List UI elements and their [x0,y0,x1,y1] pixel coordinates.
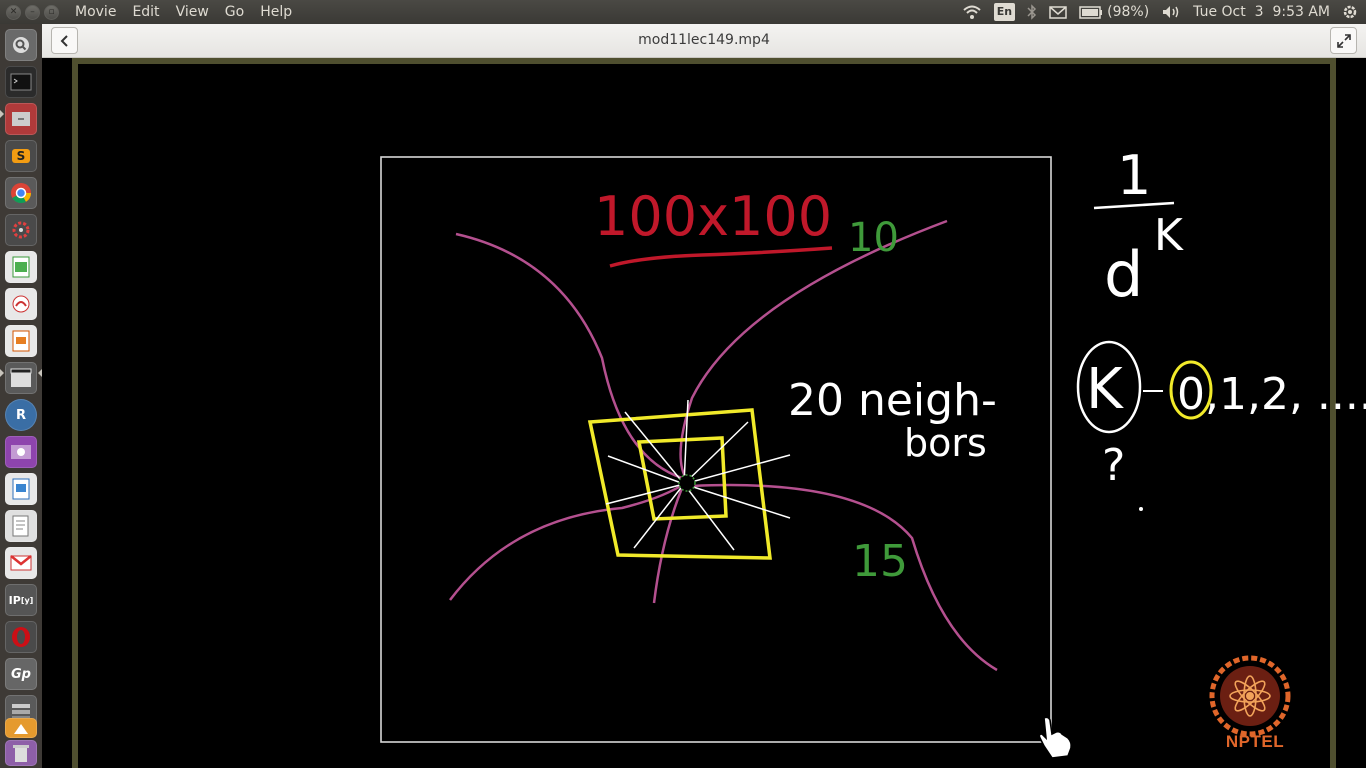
settings-gear-icon[interactable] [1342,4,1358,20]
lecture-whiteboard: 100x100 10 15 20 neigh- bors 1 d K K 0,1… [380,144,1366,759]
underline-stroke [609,246,833,268]
battery-icon[interactable] [1079,5,1103,19]
video-title: mod11lec149.mp4 [638,32,770,48]
clock[interactable]: Tue Oct 3 9:53 AM [1193,4,1330,20]
player-header-bar: mod11lec149.mp4 [42,24,1366,58]
ipython-icon[interactable]: IP [y] [5,584,37,616]
trash-icon[interactable] [5,740,37,766]
menubar: Movie Edit View Go Help [67,0,300,24]
opera-icon[interactable] [5,621,37,653]
presentation-icon[interactable] [5,325,37,357]
count-bottom-label: 15 [852,536,908,587]
running-indicator [0,110,4,118]
sublime-icon[interactable]: S [5,140,37,172]
dot-mark [1139,507,1143,511]
close-window-button[interactable]: ✕ [6,4,21,20]
window-controls: ✕ – ▫ [2,4,59,20]
files-icon[interactable] [5,103,37,135]
neighbor-spokes [605,399,791,551]
count-top-label: 10 [848,215,899,261]
menu-help[interactable]: Help [252,0,300,24]
fullscreen-icon [1336,33,1351,48]
battery-percentage: (98%) [1107,4,1150,20]
nptel-logo-text: NPTEL [1225,732,1285,751]
menu-go[interactable]: Go [217,0,252,24]
mail-icon[interactable] [1049,5,1067,19]
grid-size-label: 100x100 [594,185,832,248]
chrome-icon[interactable] [5,177,37,209]
neighbors-label-line2: bors [904,421,987,465]
launcher: S R IP [y] Gp [0,24,42,768]
bluetooth-icon[interactable] [1027,4,1037,20]
pdf-viewer-icon[interactable] [5,288,37,320]
dash-icon[interactable] [5,29,37,61]
gmail-icon[interactable] [5,547,37,579]
system-tray: En (98%) Tue Oct 3 9:53 AM [962,0,1366,24]
wifi-icon[interactable] [962,4,982,20]
screenshot-icon[interactable] [5,436,37,468]
document-icon[interactable] [5,473,37,505]
restore-window-button[interactable]: ▫ [44,4,59,20]
gp-icon[interactable]: Gp [5,658,37,690]
fullscreen-button[interactable] [1330,27,1357,54]
fraction-numerator: 1 [1117,144,1151,207]
center-point [678,474,696,492]
menu-movie[interactable]: Movie [67,0,124,24]
fraction-denominator: d [1104,238,1143,311]
k-values-label: 0,1,2, .... [1177,369,1366,420]
minimize-window-button[interactable]: – [25,4,40,20]
video-area[interactable]: 100x100 10 15 20 neigh- bors 1 d K K 0,1… [42,58,1366,768]
exponent-label: K [1154,210,1184,261]
spreadsheet-icon[interactable] [5,251,37,283]
menu-view[interactable]: View [168,0,217,24]
running-indicator [0,369,4,377]
top-panel: ✕ – ▫ Movie Edit View Go Help En (98%) T… [0,0,1366,24]
k-label: K [1086,357,1124,422]
video-editor-icon[interactable] [5,362,37,394]
volume-icon[interactable] [1161,4,1181,20]
question-mark: ? [1102,440,1125,491]
terminal-icon[interactable] [5,66,37,98]
hand-cursor-icon [1038,716,1072,759]
menu-edit[interactable]: Edit [124,0,167,24]
software-center-icon[interactable] [5,718,37,738]
r-studio-icon[interactable]: R [5,399,37,431]
neighbors-label-line1: 20 neigh- [788,375,997,426]
keyboard-language-indicator[interactable]: En [993,3,1016,21]
text-editor-icon[interactable] [5,510,37,542]
system-settings-icon[interactable] [5,214,37,246]
